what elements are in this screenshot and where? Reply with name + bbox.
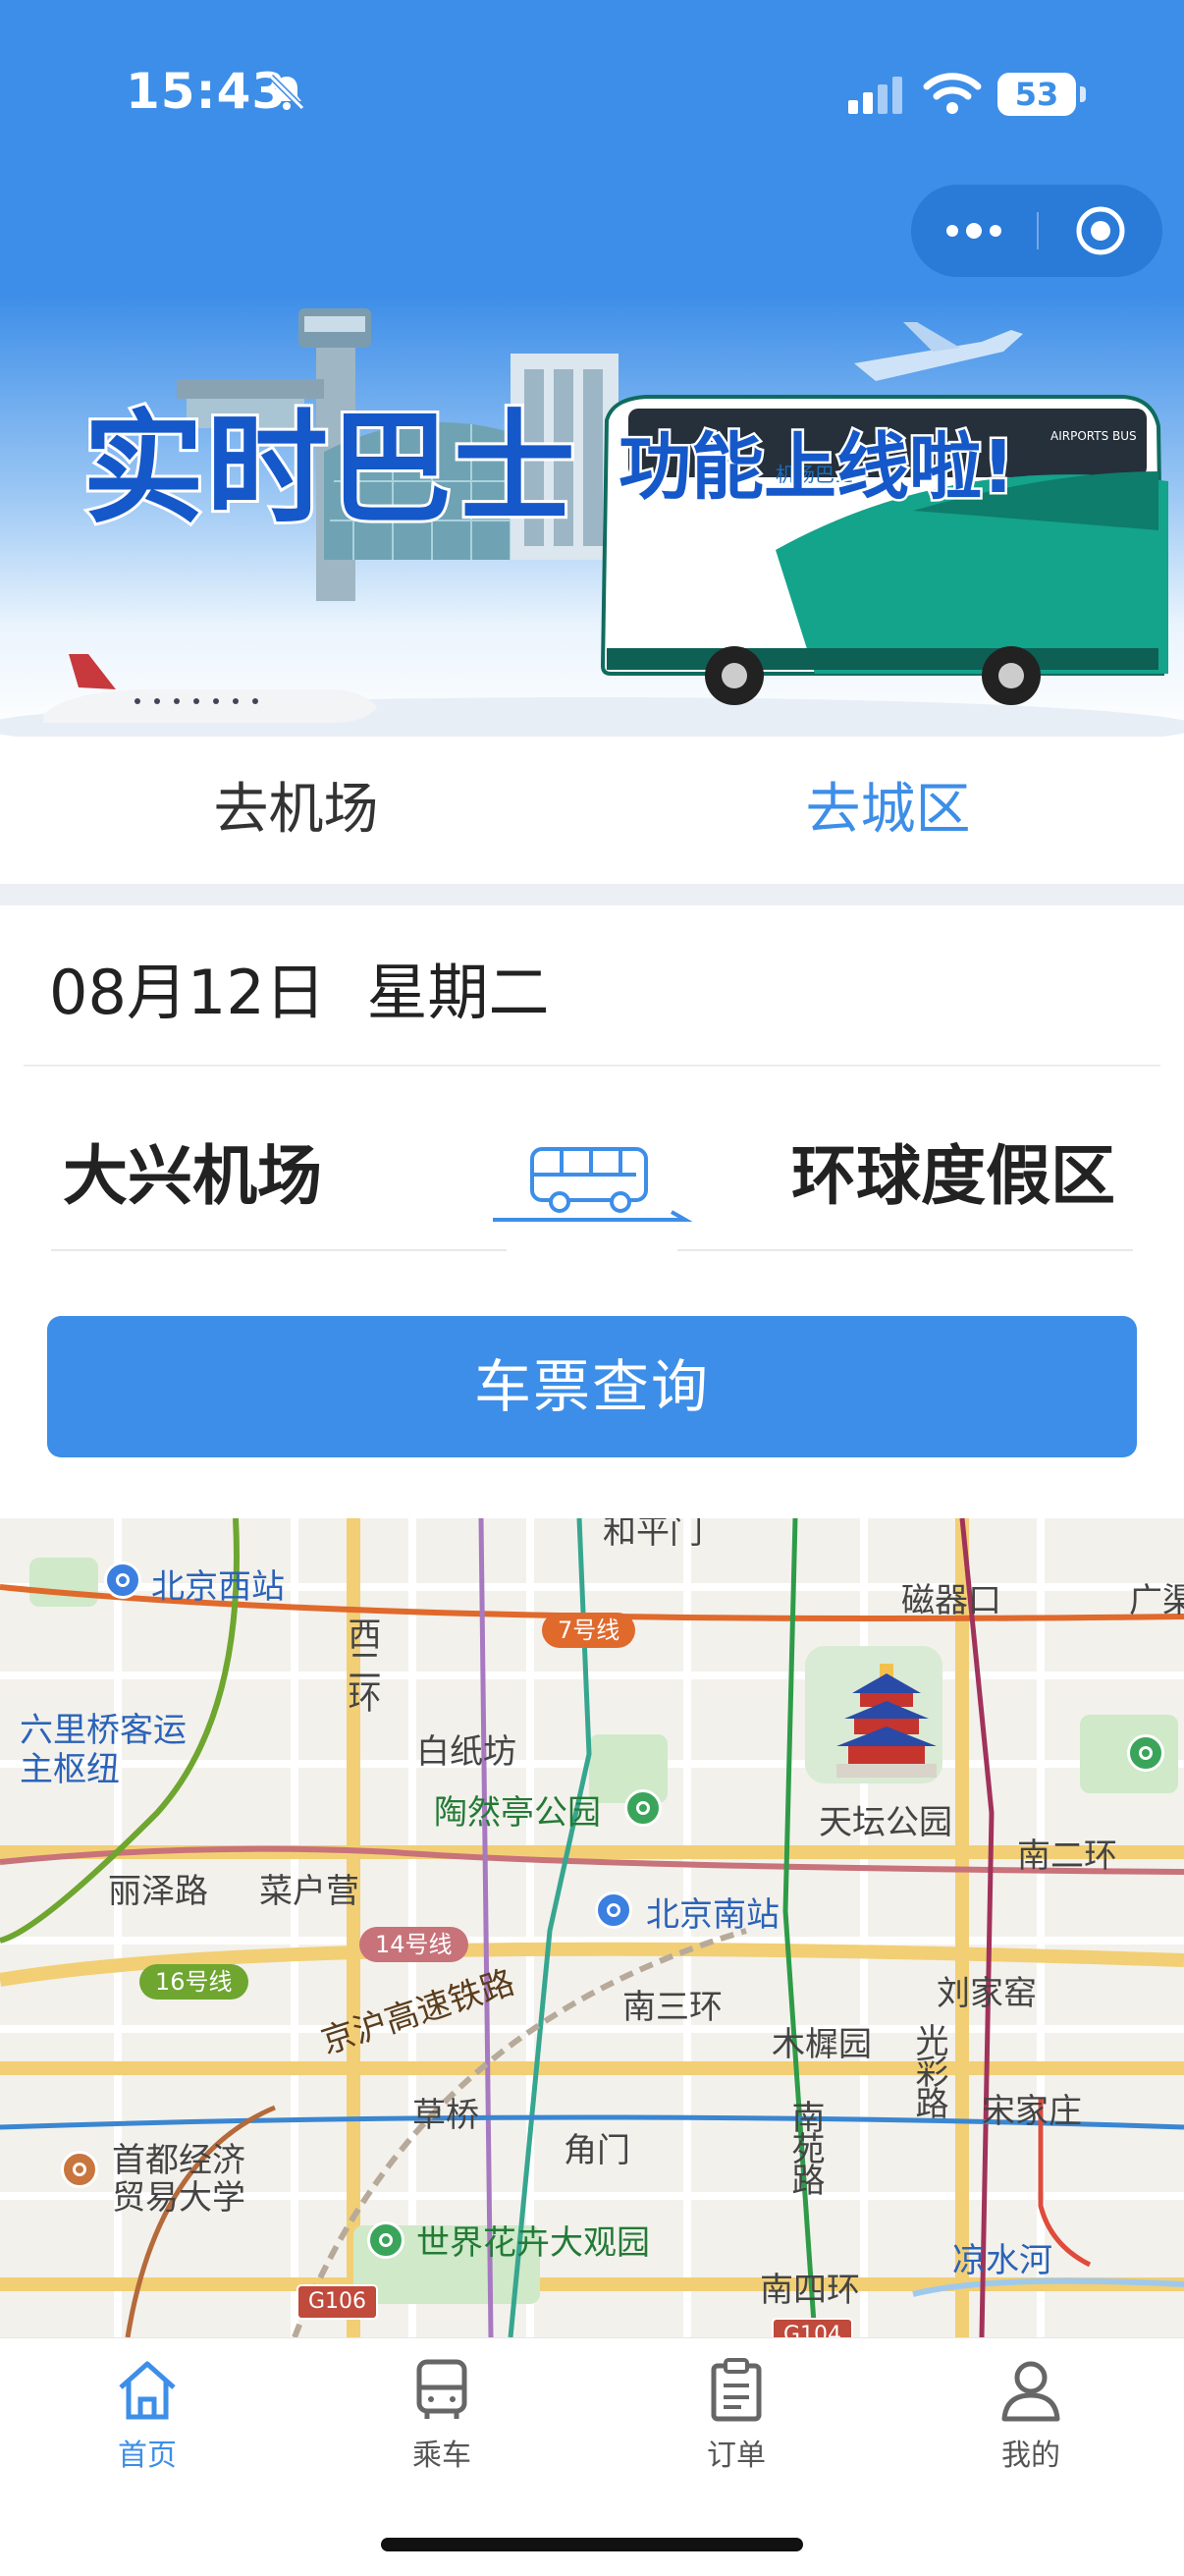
map-label: 南四环 [760, 2271, 860, 2310]
map-label: 主枢纽 [20, 1750, 120, 1789]
bus-side-text: AIRPORTS BUS [1050, 429, 1137, 443]
map-label: 角门 [564, 2131, 630, 2170]
weekday-value: 星期二 [366, 957, 550, 1028]
battery-indicator: 53 [997, 73, 1086, 116]
home-indicator [381, 2538, 803, 2551]
map-label: 光彩路 [909, 2023, 948, 2117]
map-view[interactable]: 北京西站 和平门 磁器口 广渠 西二环 7号线 六里桥客运 主枢纽 白纸坊 陶然… [0, 1518, 1184, 2337]
university-icon[interactable] [61, 2151, 98, 2188]
bus-icon [416, 2359, 467, 2419]
map-label: 贸易大学 [112, 2178, 245, 2218]
nav-home[interactable]: 首页 [0, 2356, 295, 2494]
miniprogram-capsule [911, 185, 1162, 277]
nav-profile-label: 我的 [1001, 2439, 1060, 2473]
dot-icon [966, 223, 982, 239]
dot-icon [946, 225, 958, 237]
destination-selector[interactable]: 环球度假区 [791, 1124, 1115, 1218]
map-label: 天坛公园 [819, 1803, 952, 1842]
map-label: 北京西站 [151, 1567, 285, 1607]
destination-underline [677, 1249, 1133, 1251]
map-label: 陶然亭公园 [434, 1793, 601, 1833]
nav-ride-label: 乘车 [412, 2439, 471, 2473]
map-label: 丽泽路 [108, 1872, 208, 1911]
banner-title: 实时巴士 [80, 396, 578, 543]
direction-tabs: 去机场 去城区 [0, 737, 1184, 884]
dot-icon [990, 225, 1001, 237]
map-label: 广渠 [1129, 1581, 1184, 1620]
nav-home-label: 首页 [118, 2439, 177, 2473]
map-label: 西二环 [342, 1617, 381, 1711]
nav-ride[interactable]: 乘车 [295, 2356, 589, 2494]
temple-of-heaven-icon[interactable] [833, 1664, 941, 1781]
status-time: 15:43 [126, 63, 288, 120]
close-miniprogram-icon[interactable] [1074, 204, 1127, 257]
map-label: 凉水河 [952, 2241, 1052, 2280]
nav-profile[interactable]: 我的 [884, 2356, 1178, 2494]
home-icon [119, 2361, 176, 2420]
more-options-button[interactable] [911, 185, 1037, 277]
map-label: 刘家窑 [937, 1974, 1037, 2013]
banner-subtitle: 功能上线啦! [617, 423, 1018, 513]
line-14-badge: 14号线 [359, 1927, 468, 1962]
map-label: 南三环 [622, 1988, 723, 2027]
map-label: 磁器口 [901, 1581, 1001, 1620]
cellular-signal-icon [848, 77, 902, 114]
map-label: 北京南站 [646, 1895, 780, 1935]
date-selector[interactable]: 08月12日 星期二 [49, 943, 550, 1031]
origin-underline [51, 1249, 507, 1251]
map-label: 菜户营 [259, 1872, 359, 1911]
park-icon[interactable] [367, 2221, 404, 2259]
silent-bell-icon [268, 74, 305, 111]
date-value: 08月12日 [49, 957, 326, 1028]
map-label: 世界花卉大观园 [416, 2223, 650, 2263]
map-label: 宋家庄 [982, 2092, 1082, 2131]
tab-to-airport[interactable]: 去机场 [0, 737, 592, 884]
map-label: 草桥 [412, 2096, 479, 2135]
profile-icon [1001, 2361, 1060, 2422]
bus-direction-icon[interactable] [489, 1139, 695, 1228]
tab-to-city[interactable]: 去城区 [592, 737, 1184, 884]
line-7-badge: 7号线 [542, 1613, 636, 1648]
park-icon[interactable] [624, 1789, 662, 1827]
map-label: 南二环 [1017, 1836, 1117, 1876]
map-label: 木樨园 [772, 2025, 872, 2064]
origin-selector[interactable]: 大兴机场 [63, 1124, 322, 1218]
map-label: 南苑路 [785, 2100, 825, 2194]
park-icon[interactable] [1127, 1734, 1164, 1772]
map-label: 和平门 [603, 1518, 703, 1552]
nav-orders-label: 订单 [707, 2439, 766, 2473]
line-16-badge: 16号线 [139, 1964, 248, 2000]
train-station-icon[interactable] [595, 1891, 632, 1929]
promo-banner[interactable]: 机场巴士 AIRPORTS BUS 实时巴士 功能上线啦! [0, 295, 1184, 737]
nav-orders[interactable]: 订单 [589, 2356, 884, 2494]
order-icon [711, 2358, 762, 2422]
ticket-query-button[interactable]: 车票查询 [47, 1316, 1137, 1457]
road-shield-g104: G104 [772, 2318, 854, 2337]
train-station-icon[interactable] [104, 1562, 141, 1599]
form-divider [24, 1065, 1160, 1067]
active-tab-indicator [592, 147, 1184, 157]
map-label: 白纸坊 [416, 1732, 516, 1772]
road-shield-g106: G106 [296, 2284, 379, 2320]
capsule-divider [1037, 212, 1039, 249]
section-divider [0, 884, 1184, 905]
wifi-icon [923, 73, 982, 114]
